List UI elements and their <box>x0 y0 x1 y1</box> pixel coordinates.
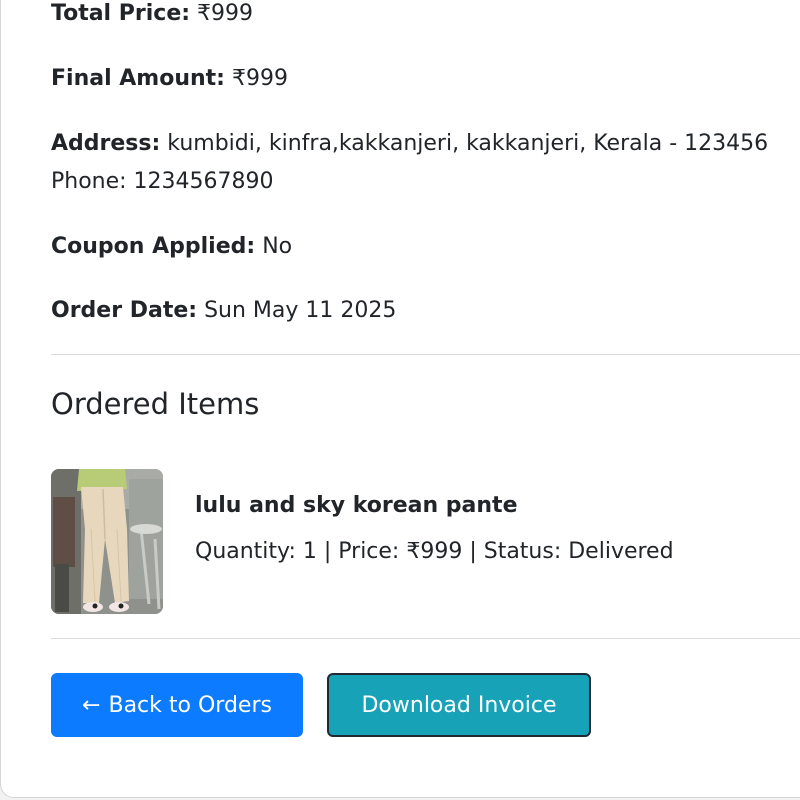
order-date-value: Sun May 11 2025 <box>204 298 397 323</box>
section-divider <box>51 638 800 639</box>
item-details: Quantity: 1 | Price: ₹999 | Status: Deli… <box>195 539 674 564</box>
coupon-row: Coupon Applied: No <box>51 228 292 266</box>
final-amount-label: Final Amount: <box>51 66 225 91</box>
item-name: lulu and sky korean pante <box>195 493 518 518</box>
final-amount-row: Final Amount: ₹999 <box>51 60 288 98</box>
final-amount-value: ₹999 <box>231 66 288 91</box>
section-divider <box>51 354 800 355</box>
total-price-row: Total Price: ₹999 <box>51 0 253 33</box>
order-date-label: Order Date: <box>51 298 198 323</box>
order-details-card: Total Price: ₹999 Final Amount: ₹999 Add… <box>0 0 800 798</box>
ordered-items-title: Ordered Items <box>51 387 260 421</box>
coupon-value: No <box>262 234 293 259</box>
back-arrow-icon: ← <box>82 692 101 718</box>
total-price-value: ₹999 <box>197 1 254 26</box>
address-label: Address: <box>51 131 161 156</box>
phone-row: Phone: 1234567890 <box>51 169 274 194</box>
product-photo-icon <box>51 469 163 614</box>
order-date-row: Order Date: Sun May 11 2025 <box>51 292 396 330</box>
back-to-orders-button[interactable]: ← Back to Orders <box>51 673 303 737</box>
coupon-label: Coupon Applied: <box>51 234 256 259</box>
total-price-label: Total Price: <box>51 1 191 26</box>
address-row: Address: kumbidi, kinfra,kakkanjeri, kak… <box>51 125 768 163</box>
back-to-orders-label: Back to Orders <box>108 692 272 718</box>
download-invoice-label: Download Invoice <box>361 692 557 718</box>
download-invoice-button[interactable]: Download Invoice <box>327 673 591 737</box>
address-value: kumbidi, kinfra,kakkanjeri, kakkanjeri, … <box>167 131 769 156</box>
